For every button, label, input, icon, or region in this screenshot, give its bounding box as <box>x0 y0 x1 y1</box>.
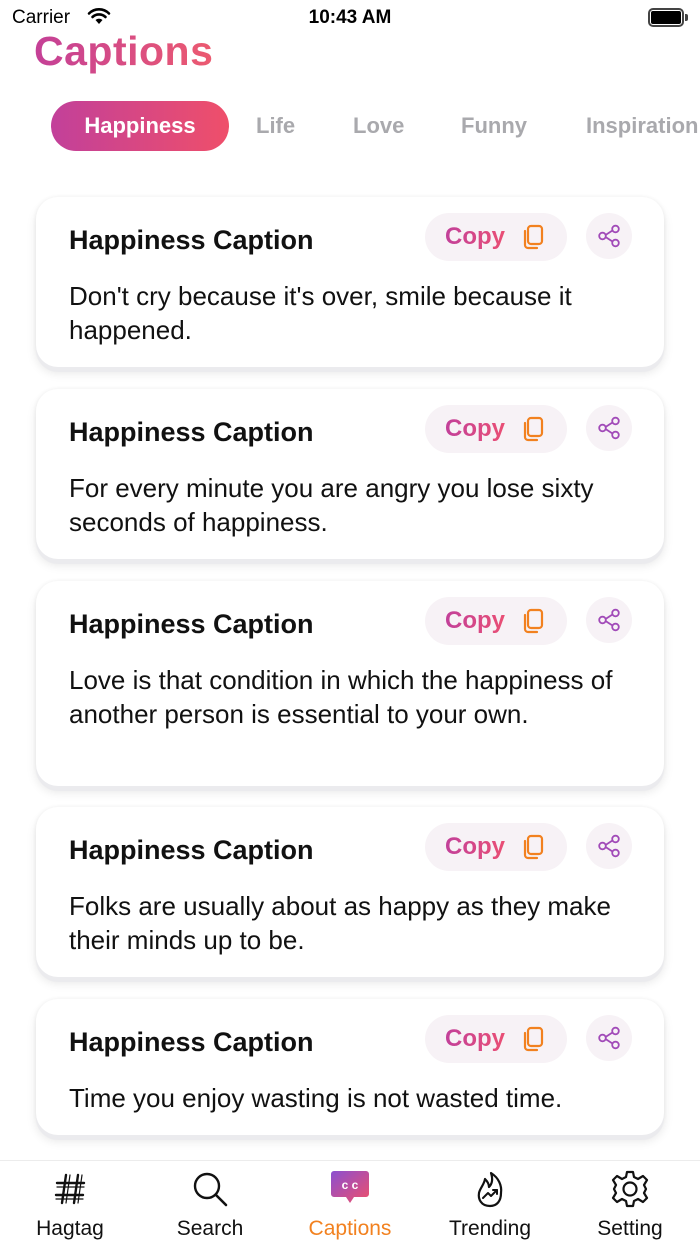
copy-button[interactable]: Copy <box>425 213 567 261</box>
nav-captions[interactable]: c c Captions <box>280 1161 420 1244</box>
bottom-tab-bar: Hagtag Search c c Captions Trending Sett… <box>0 1160 700 1244</box>
share-icon <box>598 1026 620 1050</box>
copy-label: Copy <box>445 607 505 634</box>
caption-card: Happiness Caption Copy Don't cry because… <box>36 197 664 367</box>
search-icon <box>193 1172 228 1207</box>
copy-icon <box>523 1026 544 1052</box>
captions-icon: c c <box>331 1171 369 1203</box>
share-icon <box>598 224 620 248</box>
copy-button[interactable]: Copy <box>425 1015 567 1063</box>
caption-title: Happiness Caption <box>69 1027 314 1057</box>
hashtag-icon <box>54 1173 86 1205</box>
copy-icon <box>523 834 544 860</box>
share-icon <box>598 834 620 858</box>
nav-label: Hagtag <box>36 1217 104 1240</box>
tab-love[interactable]: Love <box>353 101 404 151</box>
copy-label: Copy <box>445 1025 505 1052</box>
gear-icon <box>611 1170 649 1208</box>
category-tabs: Happiness Life Love Funny Inspiration <box>0 101 700 151</box>
copy-button[interactable]: Copy <box>425 823 567 871</box>
caption-card: Happiness Caption Copy For every minute … <box>36 389 664 559</box>
caption-text: Folks are usually about as happy as they… <box>69 891 611 955</box>
caption-text: Don't cry because it's over, smile becau… <box>69 281 572 345</box>
copy-icon <box>523 608 544 634</box>
share-button[interactable] <box>586 823 632 869</box>
caption-card: Happiness Caption Copy Love is that cond… <box>36 581 664 786</box>
nav-label: Search <box>176 1217 244 1240</box>
copy-icon <box>523 224 544 250</box>
caption-text: Time you enjoy wasting is not wasted tim… <box>69 1083 563 1113</box>
nav-setting[interactable]: Setting <box>560 1161 700 1244</box>
share-button[interactable] <box>586 405 632 451</box>
copy-label: Copy <box>445 833 505 860</box>
svg-text:c c: c c <box>342 1178 359 1192</box>
app-screen: Carrier 10:43 AM Captions Happiness Life… <box>0 0 700 1244</box>
tab-life[interactable]: Life <box>256 101 295 151</box>
caption-title: Happiness Caption <box>69 417 314 447</box>
nav-search[interactable]: Search <box>140 1161 280 1244</box>
caption-title: Happiness Caption <box>69 225 314 255</box>
battery-icon <box>648 8 688 27</box>
share-button[interactable] <box>586 213 632 259</box>
copy-label: Copy <box>445 223 505 250</box>
tab-happiness[interactable]: Happiness <box>51 101 229 151</box>
nav-label: Trending <box>448 1217 532 1240</box>
copy-icon <box>523 416 544 442</box>
tab-funny[interactable]: Funny <box>461 101 527 151</box>
tab-inspiration[interactable]: Inspiration <box>586 101 698 151</box>
caption-text: Love is that condition in which the happ… <box>69 665 613 729</box>
nav-trending[interactable]: Trending <box>420 1161 560 1244</box>
share-icon <box>598 608 620 632</box>
caption-title: Happiness Caption <box>69 609 314 639</box>
copy-label: Copy <box>445 415 505 442</box>
caption-title: Happiness Caption <box>69 835 314 865</box>
copy-button[interactable]: Copy <box>425 405 567 453</box>
caption-text: For every minute you are angry you lose … <box>69 473 594 537</box>
page-title: Captions <box>34 28 214 74</box>
trending-icon <box>477 1171 503 1208</box>
nav-label: Setting <box>597 1217 663 1240</box>
share-button[interactable] <box>586 1015 632 1061</box>
share-icon <box>598 416 620 440</box>
share-button[interactable] <box>586 597 632 643</box>
caption-card: Happiness Caption Copy Folks are usually… <box>36 807 664 977</box>
clock: 10:43 AM <box>308 7 392 28</box>
nav-hagtag[interactable]: Hagtag <box>0 1161 140 1244</box>
nav-label: Captions <box>308 1217 392 1240</box>
copy-button[interactable]: Copy <box>425 597 567 645</box>
caption-card: Happiness Caption Copy Time you enjoy wa… <box>36 999 664 1135</box>
